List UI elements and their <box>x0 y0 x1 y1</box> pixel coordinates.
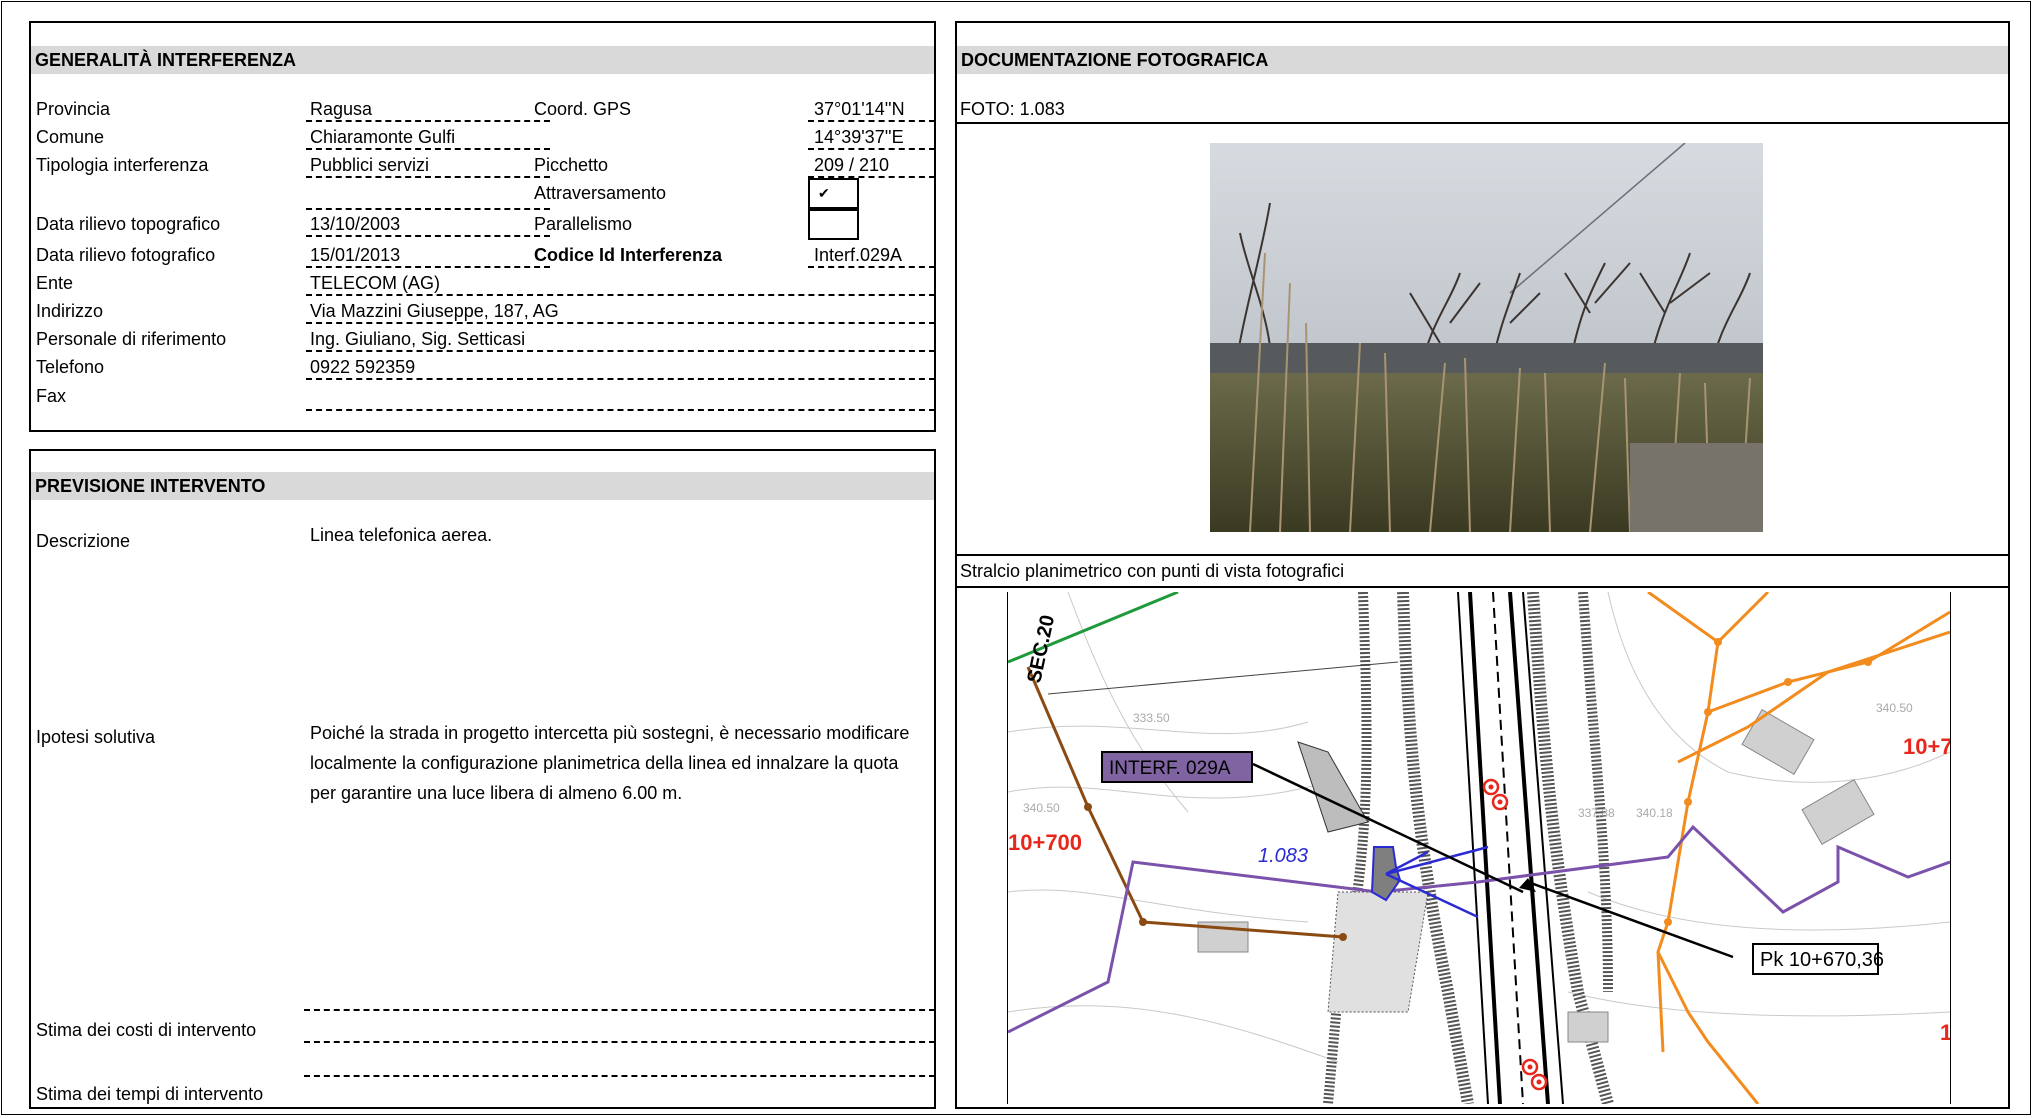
codice-id-label: Codice Id Interferenza <box>534 245 723 265</box>
elevation-4: 337.88 <box>1578 806 1615 820</box>
telefono-underline <box>306 378 935 380</box>
coord-gps-north: 37°01'14''N <box>814 99 905 119</box>
costi-underline <box>304 1041 935 1043</box>
ente-underline <box>306 294 935 296</box>
codice-id-underline <box>808 266 935 268</box>
costi-top-line <box>304 1009 935 1011</box>
descrizione-label: Descrizione <box>36 531 131 551</box>
foto-label: FOTO: 1.083 <box>960 99 1065 119</box>
generalita-header: GENERALITÀ INTERFERENZA <box>31 46 934 74</box>
parallelismo-checkbox[interactable] <box>808 209 859 240</box>
tipologia-value: Pubblici servizi <box>310 155 430 175</box>
tipologia-underline <box>306 176 550 178</box>
attraversamento-label: Attraversamento <box>534 183 667 203</box>
tempi-label: Stima dei tempi di intervento <box>36 1084 264 1104</box>
rilievo-foto-value: 15/01/2013 <box>310 245 401 265</box>
foto-separator <box>957 122 2008 124</box>
attraversamento-checkbox[interactable]: ✔ <box>808 178 859 209</box>
indirizzo-value: Via Mazzini Giuseppe, 187, AG <box>310 301 559 321</box>
coord-gps-label: Coord. GPS <box>534 99 632 119</box>
provincia-value: Ragusa <box>310 99 373 119</box>
codice-id-value: Interf.029A <box>814 245 903 265</box>
elevation-1: 333.50 <box>1133 711 1170 725</box>
attraversamento-underline <box>306 208 550 210</box>
comune-underline <box>306 148 550 150</box>
documentazione-header: DOCUMENTAZIONE FOTOGRAFICA <box>957 46 2008 74</box>
tempi-top-line <box>304 1075 935 1077</box>
coord-east-underline <box>808 148 935 150</box>
elevation-2: 340.50 <box>1876 701 1913 715</box>
previsione-panel: PREVISIONE INTERVENTO Descrizione Linea … <box>29 449 936 1109</box>
pk-label: Pk 10+670,36 <box>1760 949 1884 971</box>
elevation-3: 340.50 <box>1023 801 1060 815</box>
previsione-header: PREVISIONE INTERVENTO <box>31 472 934 500</box>
indirizzo-label: Indirizzo <box>36 301 104 321</box>
photo-point-label: 1.083 <box>1258 845 1308 867</box>
site-photo <box>1210 143 1763 532</box>
descrizione-value: Linea telefonica aerea. <box>310 525 493 545</box>
picchetto-value: 209 / 210 <box>814 155 890 175</box>
ente-value: TELECOM (AG) <box>310 273 441 293</box>
ipotesi-label: Ipotesi solutiva <box>36 727 156 747</box>
comune-value: Chiaramonte Gulfi <box>310 127 456 147</box>
picchetto-label: Picchetto <box>534 155 609 175</box>
stralcio-separator <box>957 586 2008 588</box>
rilievo-foto-label: Data rilievo fotografico <box>36 245 216 265</box>
personale-label: Personale di riferimento <box>36 329 227 349</box>
telefono-label: Telefono <box>36 357 105 377</box>
elevation-5: 340.18 <box>1636 806 1673 820</box>
stralcio-label: Stralcio planimetrico con punti di vista… <box>960 561 1345 581</box>
provincia-label: Provincia <box>36 99 111 119</box>
fax-label: Fax <box>36 386 67 406</box>
costi-label: Stima dei costi di intervento <box>36 1020 257 1040</box>
indirizzo-underline <box>306 322 935 324</box>
rilievo-foto-underline <box>306 266 550 268</box>
telefono-value: 0922 592359 <box>310 357 416 377</box>
personale-value: Ing. Giuliano, Sig. Setticasi <box>310 329 526 349</box>
rilievo-topo-underline <box>306 235 550 237</box>
ipotesi-value: Poiché la strada in progetto intercetta … <box>310 723 910 803</box>
progressive-left: 10+700 <box>1008 830 1082 855</box>
rilievo-topo-value: 13/10/2003 <box>310 214 401 234</box>
interf-label: INTERF. 029A <box>1109 758 1231 779</box>
provincia-underline <box>306 120 550 122</box>
tipologia-label: Tipologia interferenza <box>36 155 209 175</box>
comune-label: Comune <box>36 127 105 147</box>
generalita-panel: GENERALITÀ INTERFERENZA Provincia Ragusa… <box>29 21 936 432</box>
site-plan-map: SEC.20 INTERF. 029A Pk 10+670,36 10+700 … <box>1007 592 1951 1104</box>
progressive-right: 10+7 <box>1903 734 1950 759</box>
parallelismo-label: Parallelismo <box>534 214 633 234</box>
stralcio-top-line <box>957 554 2008 556</box>
ente-label: Ente <box>36 273 74 293</box>
coord-north-underline <box>808 120 935 122</box>
progressive-right-bottom: 1 <box>1940 1020 1950 1045</box>
coord-gps-east: 14°39'37''E <box>814 127 904 147</box>
rilievo-topo-label: Data rilievo topografico <box>36 214 221 234</box>
fax-underline <box>306 409 935 411</box>
documentazione-panel: DOCUMENTAZIONE FOTOGRAFICA FOTO: 1.083 S… <box>955 21 2010 1109</box>
personale-underline <box>306 350 935 352</box>
